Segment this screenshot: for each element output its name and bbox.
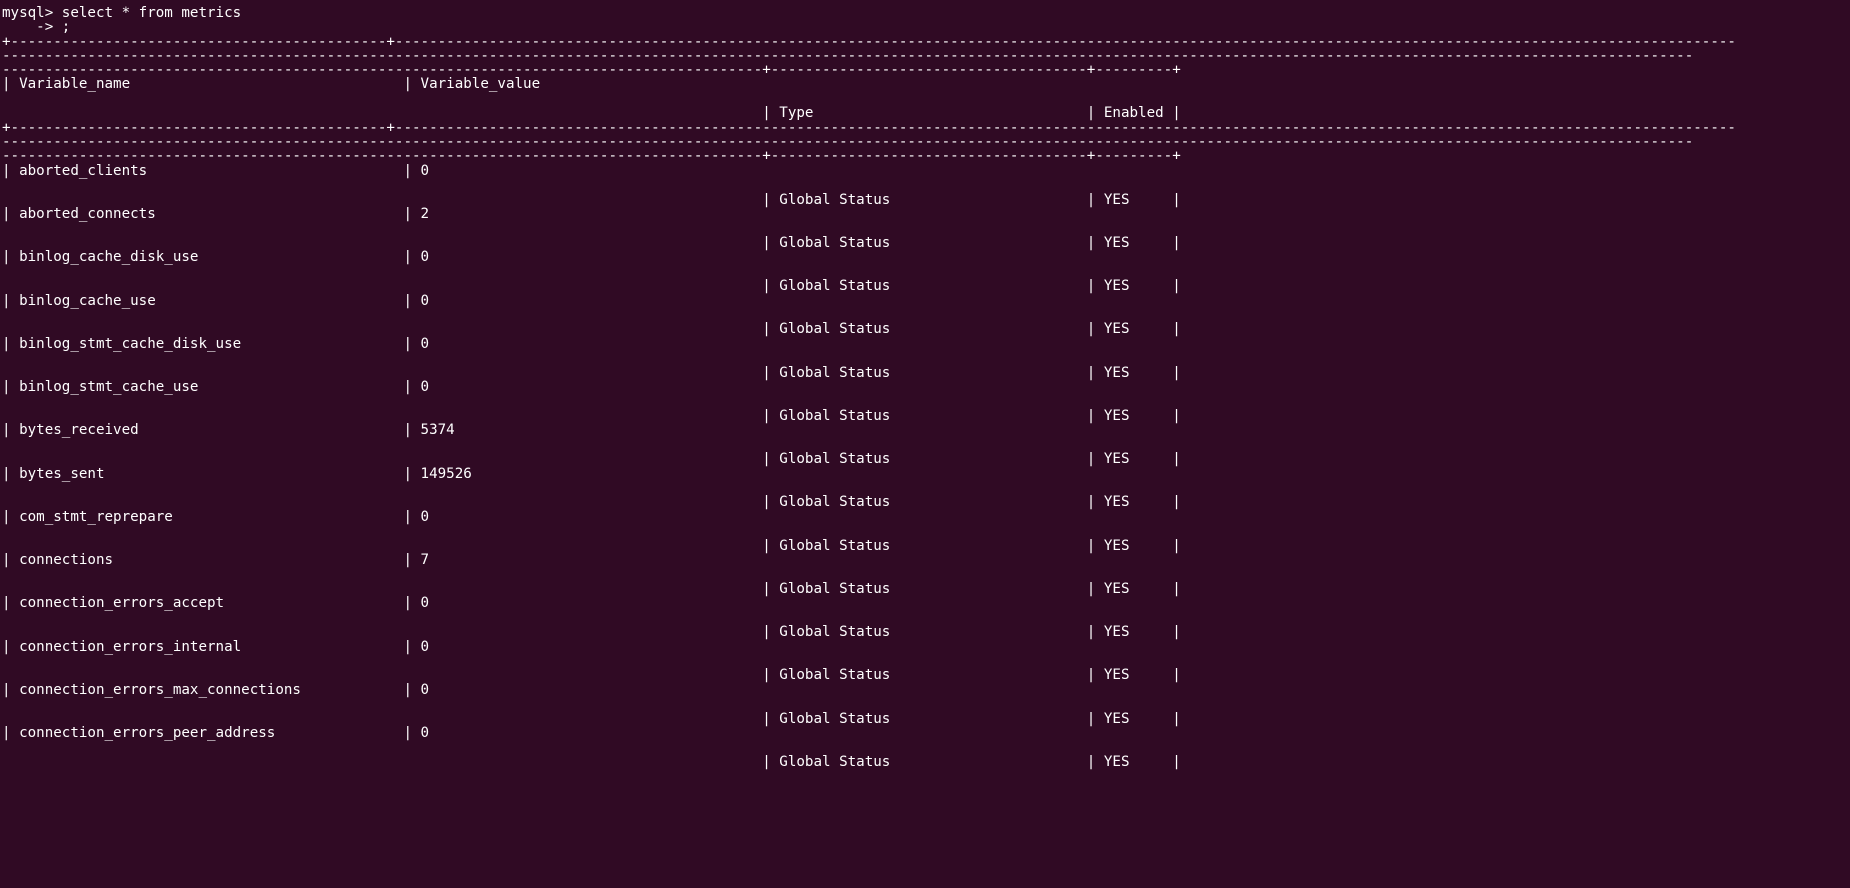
table-row: | connection_errors_max_connections | 0	[2, 682, 430, 698]
table-row: | aborted_clients | 0	[2, 163, 430, 179]
table-row: | connection_errors_internal | 0	[2, 639, 430, 655]
table-row: | connections | 7	[2, 552, 430, 568]
table-row: | bytes_received | 5374	[2, 422, 455, 438]
table-row: | connection_errors_accept | 0	[2, 595, 430, 611]
table-row: | binlog_stmt_cache_disk_use | 0	[2, 336, 430, 352]
table-row: | binlog_stmt_cache_use | 0	[2, 379, 430, 395]
terminal-window[interactable]: mysql> select * from metrics -> ; +-----…	[0, 0, 1850, 888]
table-row: | com_stmt_reprepare | 0	[2, 509, 430, 525]
table-row: | connection_errors_peer_address | 0	[2, 725, 430, 741]
table-row: | Global Status | YES |	[2, 754, 1181, 770]
table-row: | aborted_connects | 2	[2, 206, 430, 222]
table-row: | binlog_cache_use | 0	[2, 293, 430, 309]
table-header-line: | Variable_name | Variable_value	[2, 76, 541, 92]
table-row: | binlog_cache_disk_use | 0	[2, 249, 430, 265]
table-row: | bytes_sent | 149526	[2, 466, 472, 482]
